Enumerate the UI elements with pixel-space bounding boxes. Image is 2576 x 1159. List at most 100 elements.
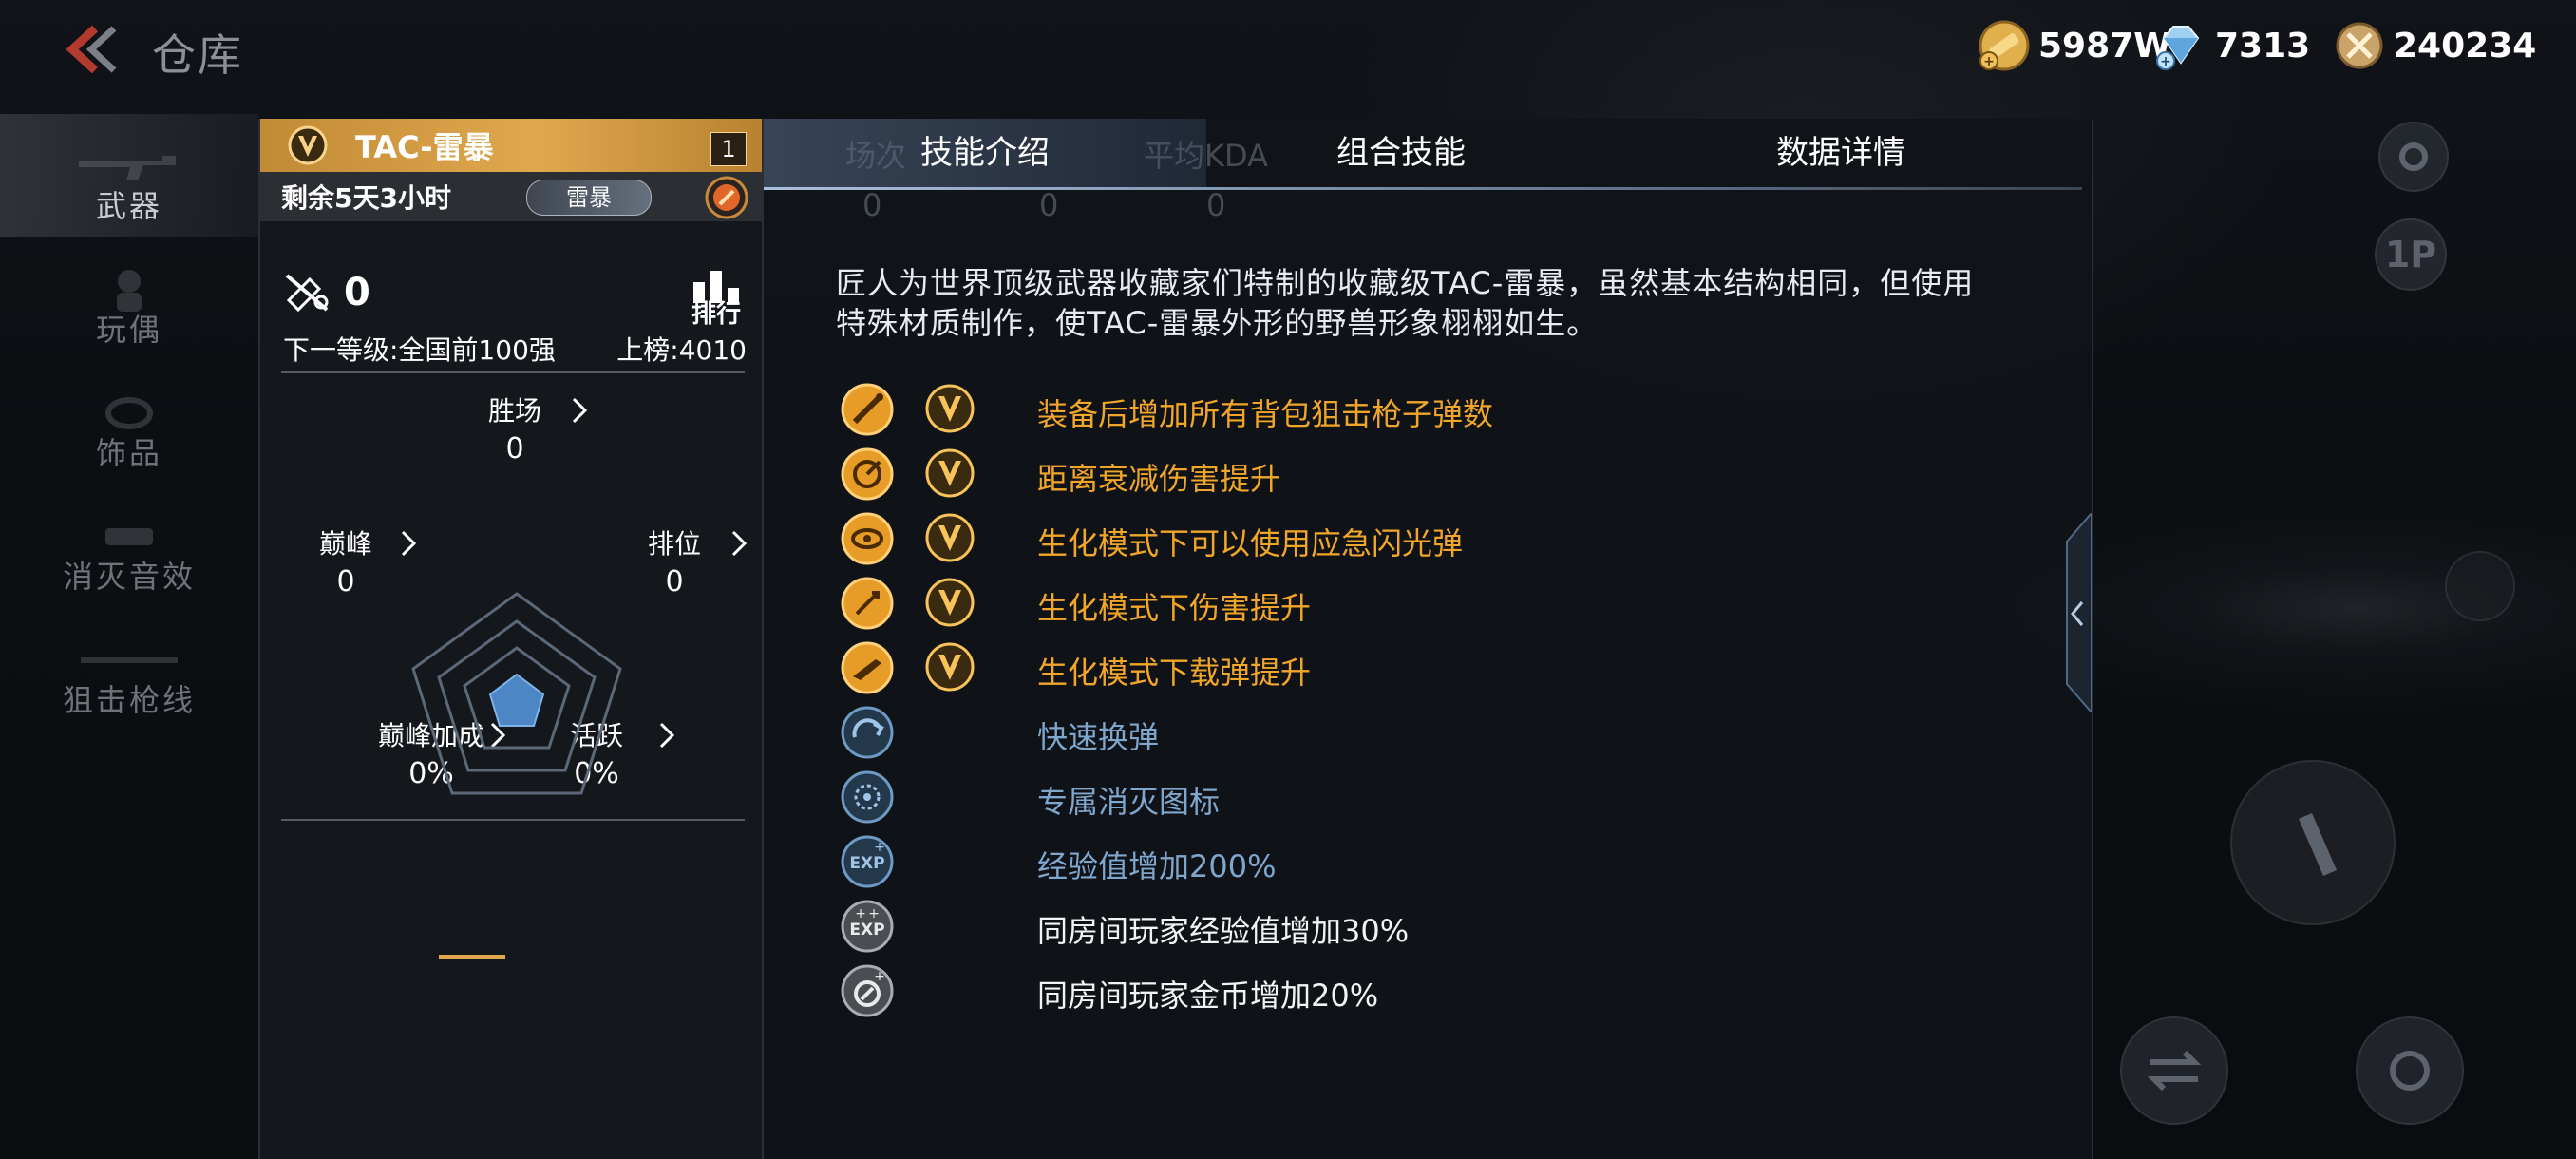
nav-item-accessories[interactable]: 饰品 xyxy=(0,361,258,484)
skill-text: 快速换弹 xyxy=(1037,719,1160,755)
chevron-right-icon[interactable] xyxy=(657,721,676,750)
weapon-level-badge: 1 xyxy=(710,132,747,166)
stat-ranked[interactable]: 排位 0 xyxy=(636,523,712,598)
skill-row: 快速换弹 xyxy=(840,704,1159,761)
kill-number: 0 xyxy=(344,271,370,314)
nav-item-dolls[interactable]: 玩偶 xyxy=(0,238,258,361)
gold-currency[interactable]: + 5987W xyxy=(1978,19,2171,72)
skill-text: 距离衰减伤害提升 xyxy=(1037,461,1281,497)
diamond-amount: 7313 xyxy=(2215,26,2311,66)
token-coin-icon xyxy=(2336,22,2383,69)
category-nav: 武器 玩偶 饰品 消灭音效 狙击枪线 xyxy=(0,114,258,732)
swap-icon xyxy=(2147,1050,2202,1092)
aim-joystick[interactable] xyxy=(2445,551,2515,621)
svg-text:+: + xyxy=(1983,54,1995,69)
sniper-icon xyxy=(81,657,178,663)
stat-wins[interactable]: 胜场 0 xyxy=(477,390,553,466)
stat-peak[interactable]: 巅峰 0 xyxy=(308,523,384,598)
page-indicator xyxy=(439,955,505,959)
scope-button[interactable] xyxy=(2356,1016,2464,1125)
remaining-time: 剩余5天3小时 xyxy=(281,182,451,214)
v-rank-badge-icon xyxy=(288,125,328,165)
svg-text:+: + xyxy=(868,906,880,922)
ghost-val-3: 0 xyxy=(1206,187,1226,223)
back-arrow-icon xyxy=(66,25,117,74)
svg-text:+: + xyxy=(874,969,885,984)
swap-button[interactable] xyxy=(2120,1016,2228,1125)
kill-icon xyxy=(285,274,329,313)
weapon-header: TAC-雷暴 1 xyxy=(260,119,764,172)
skill-text: 经验值增加200% xyxy=(1037,848,1277,884)
token-amount: 240234 xyxy=(2394,26,2537,66)
weapon-description: 匠人为世界顶级武器收藏家们特制的收藏级TAC-雷暴，虽然基本结构相同，但使用特殊… xyxy=(836,265,1975,341)
skill-text: 专属消灭图标 xyxy=(1037,784,1221,820)
ranking-button[interactable]: 排行 xyxy=(686,269,747,330)
tab-skill-intro[interactable]: 技能介绍 xyxy=(764,119,1206,187)
ranking-label: 排行 xyxy=(691,300,741,329)
svg-text:EXP: EXP xyxy=(849,921,884,940)
detail-panel: 场次 平均KDA 0 0 0 技能介绍 组合技能 数据详情 匠人为世界顶级武器收… xyxy=(762,119,2093,1159)
svg-text:+: + xyxy=(855,906,866,922)
nav-item-sniper-line[interactable]: 狙击枪线 xyxy=(0,608,258,732)
weapon-medal-icon[interactable] xyxy=(703,174,750,221)
exp-icon: EXP+ xyxy=(841,835,894,888)
view-label: 1P xyxy=(2384,234,2437,276)
room-exp-icon: EXP+ + xyxy=(841,900,894,953)
skill-row: EXP + + 同房间玩家经验值增加30% xyxy=(840,898,1409,955)
nav-item-kill-sound[interactable]: 消灭音效 xyxy=(0,484,258,608)
fire-button[interactable] xyxy=(2230,760,2396,925)
weapon-subheader: 剩余5天3小时 雷暴 xyxy=(260,172,764,221)
skill-row: 生化模式下伤害提升 xyxy=(840,575,1311,632)
skill-text: 生化模式下可以使用应急闪光弹 xyxy=(1037,525,1464,561)
svg-text:+: + xyxy=(2160,54,2171,69)
divider xyxy=(281,819,745,821)
skill-text: 同房间玩家金币增加20% xyxy=(1037,978,1379,1014)
sound-icon xyxy=(105,528,153,545)
chevron-right-icon[interactable] xyxy=(729,529,748,558)
chevron-right-icon[interactable] xyxy=(399,529,418,558)
tab-data-details[interactable]: 数据详情 xyxy=(1596,119,2086,187)
v-badge-icon xyxy=(925,384,975,433)
next-level-text: 下一等级:全国前100强 xyxy=(283,334,556,366)
svg-text:EXP: EXP xyxy=(849,854,884,873)
ghost-val-1: 0 xyxy=(862,187,882,223)
svg-text:+: + xyxy=(874,840,885,855)
settings-control[interactable] xyxy=(2378,122,2449,192)
gold-coin-icon: + xyxy=(1979,20,2030,71)
room-gold-icon: + xyxy=(841,964,894,1017)
weapon-panel: TAC-雷暴 1 剩余5天3小时 雷暴 0 排行 下一等级:全国前100强 上榜… xyxy=(258,119,764,1159)
skill-text: 生化模式下载弹提升 xyxy=(1037,655,1312,691)
v-badge-icon xyxy=(925,642,975,692)
kill-mark-icon xyxy=(841,770,894,824)
bullet-icon xyxy=(2299,813,2337,876)
ghost-val-2: 0 xyxy=(1039,187,1059,223)
v-badge-icon xyxy=(925,448,975,498)
skill-row: 装备后增加所有背包狙击枪子弹数 xyxy=(840,381,1493,438)
on-board-text: 上榜:4010 xyxy=(616,334,747,366)
view-toggle[interactable]: 1P xyxy=(2375,218,2447,291)
accessory-icon xyxy=(105,397,153,429)
gold-amount: 5987W xyxy=(2038,26,2171,66)
ammo-skill-icon xyxy=(841,641,894,694)
collapse-panel-tab[interactable] xyxy=(2059,513,2092,712)
skill-text: 装备后增加所有背包狙击枪子弹数 xyxy=(1037,396,1494,432)
rifle-icon xyxy=(79,156,176,180)
stats-radar-chart xyxy=(411,592,622,795)
reload-icon xyxy=(841,706,894,759)
diamond-currency[interactable]: + 7313 xyxy=(2154,19,2310,72)
skill-row: 距离衰减伤害提升 xyxy=(840,446,1280,503)
nav-item-weapons[interactable]: 武器 xyxy=(0,114,258,238)
doll-icon xyxy=(117,270,142,312)
scope-icon xyxy=(2390,1051,2430,1091)
v-badge-icon xyxy=(925,578,975,627)
weapon-name: TAC-雷暴 xyxy=(355,129,494,165)
token-currency[interactable]: 240234 xyxy=(2333,19,2536,72)
tab-combo-skills[interactable]: 组合技能 xyxy=(1206,119,1596,187)
chevron-right-icon[interactable] xyxy=(570,396,589,425)
skill-row: 生化模式下可以使用应急闪光弹 xyxy=(840,510,1463,567)
kill-count: 0 xyxy=(283,271,370,314)
skill-text: 同房间玩家经验值增加30% xyxy=(1037,913,1410,949)
back-button[interactable] xyxy=(57,23,123,76)
skill-row: + 同房间玩家金币增加20% xyxy=(840,962,1378,1019)
diamond-icon: + xyxy=(2156,26,2200,70)
